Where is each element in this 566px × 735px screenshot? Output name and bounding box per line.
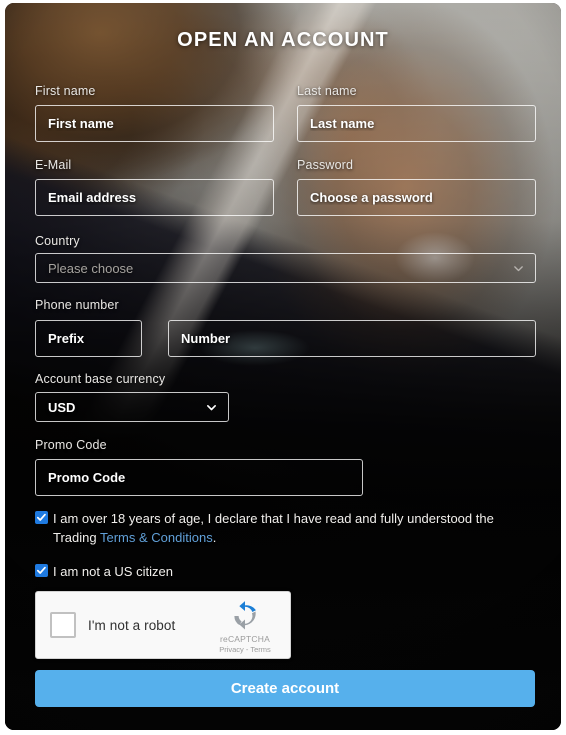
promo-code-input[interactable] xyxy=(35,459,363,496)
signup-card: OPEN AN ACCOUNT First name Last name E-M… xyxy=(5,3,561,730)
us-citizen-consent-text: I am not a US citizen xyxy=(53,564,173,579)
phone-number-input[interactable] xyxy=(168,320,536,357)
first-name-input[interactable] xyxy=(35,105,274,142)
recaptcha-icon xyxy=(234,601,256,630)
recaptcha-checkbox[interactable] xyxy=(50,612,76,638)
currency-selected-value: USD xyxy=(48,399,76,415)
first-name-label: First name xyxy=(35,84,96,98)
promo-code-label: Promo Code xyxy=(35,438,107,452)
terms-and-conditions-link[interactable]: Terms & Conditions xyxy=(100,530,213,545)
country-select[interactable]: Please choose xyxy=(35,253,536,283)
email-label: E-Mail xyxy=(35,158,72,172)
page-root: OPEN AN ACCOUNT First name Last name E-M… xyxy=(0,0,566,735)
country-selected-value: Please choose xyxy=(48,260,134,276)
recaptcha-privacy-terms-links[interactable]: Privacy - Terms xyxy=(210,645,280,654)
create-account-button[interactable]: Create account xyxy=(35,670,535,707)
last-name-input[interactable] xyxy=(297,105,536,142)
email-input[interactable] xyxy=(35,179,274,216)
password-input[interactable] xyxy=(297,179,536,216)
us-citizen-checkbox[interactable] xyxy=(35,564,48,577)
check-icon xyxy=(36,513,46,521)
us-citizen-consent-row: I am not a US citizen xyxy=(35,562,530,581)
age-terms-consent-text: I am over 18 years of age, I declare tha… xyxy=(53,509,530,547)
age-terms-checkbox[interactable] xyxy=(35,511,48,524)
age-terms-text-after: . xyxy=(212,530,217,545)
country-label: Country xyxy=(35,234,80,248)
page-title: OPEN AN ACCOUNT xyxy=(177,29,389,51)
age-terms-consent-row: I am over 18 years of age, I declare tha… xyxy=(35,509,530,547)
currency-select[interactable]: USD xyxy=(35,392,229,422)
last-name-label: Last name xyxy=(297,84,357,98)
password-label: Password xyxy=(297,158,354,172)
chevron-down-icon xyxy=(207,405,216,411)
chevron-down-icon xyxy=(514,266,523,272)
signup-form: OPEN AN ACCOUNT First name Last name E-M… xyxy=(5,3,561,730)
recaptcha-widget[interactable]: I'm not a robot reCAPTCHA Privacy - Term… xyxy=(35,591,291,659)
recaptcha-branding: reCAPTCHA Privacy - Terms xyxy=(210,599,280,654)
phone-prefix-input[interactable] xyxy=(35,320,142,357)
recaptcha-brand-name: reCAPTCHA xyxy=(220,634,270,644)
recaptcha-label: I'm not a robot xyxy=(88,617,176,633)
currency-label: Account base currency xyxy=(35,372,166,386)
phone-label: Phone number xyxy=(35,298,119,312)
check-icon xyxy=(36,566,46,574)
